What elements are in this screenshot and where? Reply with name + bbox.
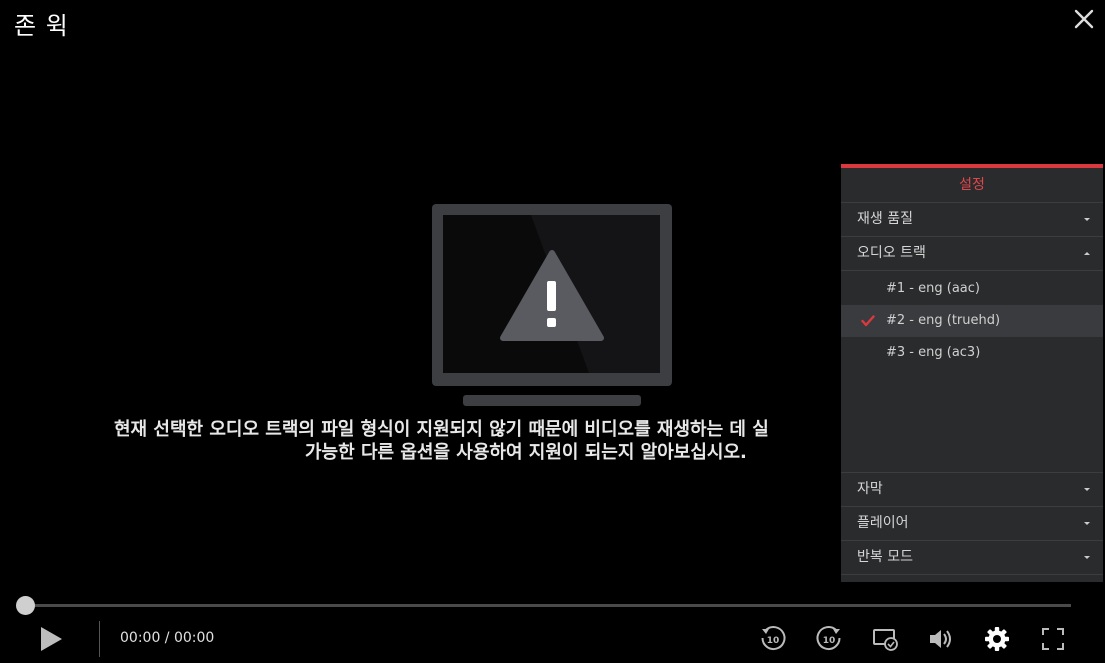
chevron-up-icon — [1084, 252, 1090, 255]
rewind-10-icon[interactable]: 10 — [758, 624, 788, 654]
fullscreen-icon[interactable] — [1038, 624, 1068, 654]
close-icon[interactable] — [1073, 8, 1095, 30]
playback-quality-label: 재생 품질 — [857, 211, 913, 227]
svg-text:10: 10 — [823, 636, 836, 646]
audio-track-option-label: #1 - eng (aac) — [886, 281, 980, 296]
svg-text:10: 10 — [767, 636, 780, 646]
subtitle-menu[interactable]: 자막 — [841, 473, 1103, 507]
seek-bar[interactable] — [26, 604, 1071, 607]
subtitle-label: 자막 — [857, 481, 883, 497]
video-title: 존 윅 — [14, 12, 69, 40]
repeat-mode-menu[interactable]: 반복 모드 — [841, 541, 1103, 575]
chevron-down-icon — [1084, 488, 1090, 491]
time-display: 00:00 / 00:00 — [120, 630, 215, 646]
audio-track-list: #1 - eng (aac) #2 - eng (truehd) #3 - en… — [841, 271, 1103, 473]
audio-track-option-label: #2 - eng (truehd) — [886, 313, 1001, 328]
cast-icon[interactable] — [870, 624, 900, 654]
player-label: 플레이어 — [857, 515, 909, 531]
audio-track-option-label: #3 - eng (ac3) — [886, 345, 981, 360]
checkmark-icon — [861, 315, 875, 327]
gear-icon[interactable] — [982, 624, 1012, 654]
audio-track-option-1[interactable]: #1 - eng (aac) — [841, 273, 1103, 305]
playback-quality-menu[interactable]: 재생 품질 — [841, 203, 1103, 237]
chevron-down-icon — [1084, 522, 1090, 525]
seek-handle[interactable] — [16, 596, 35, 615]
audio-track-option-3[interactable]: #3 - eng (ac3) — [841, 337, 1103, 369]
forward-10-icon[interactable]: 10 — [814, 624, 844, 654]
divider — [99, 621, 100, 657]
player-menu[interactable]: 플레이어 — [841, 507, 1103, 541]
play-icon[interactable] — [38, 625, 64, 653]
audio-track-menu[interactable]: 오디오 트랙 — [841, 237, 1103, 271]
volume-icon[interactable] — [926, 624, 956, 654]
chevron-down-icon — [1084, 218, 1090, 221]
audio-track-label: 오디오 트랙 — [857, 245, 926, 261]
unsupported-warning-icon — [432, 204, 672, 406]
chevron-down-icon — [1084, 556, 1090, 559]
audio-track-option-2[interactable]: #2 - eng (truehd) — [841, 305, 1103, 337]
settings-panel: 설정 재생 품질 오디오 트랙 #1 - eng (aac) #2 - eng … — [841, 164, 1103, 582]
settings-title: 설정 — [841, 168, 1103, 203]
repeat-mode-label: 반복 모드 — [857, 549, 913, 565]
